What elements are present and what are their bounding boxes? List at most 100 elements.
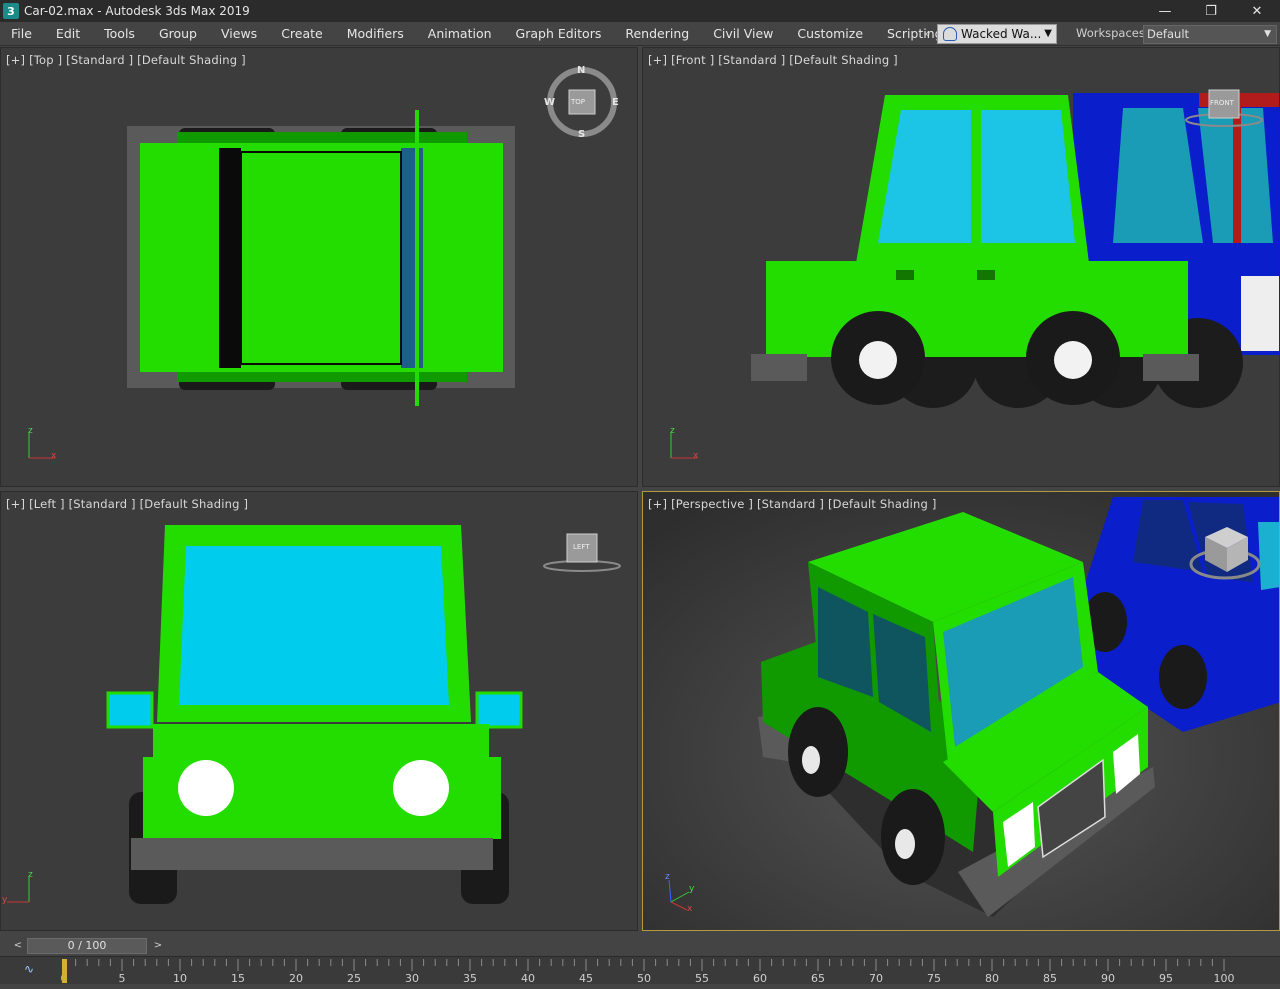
ruler-label: 70 — [869, 972, 883, 985]
axis-z-label-left: z — [28, 870, 33, 880]
compass-w-label: W — [544, 97, 556, 108]
viewport-perspective[interactable]: [+] [Perspective ] [Standard ] [Default … — [642, 491, 1280, 931]
mirror-right — [475, 691, 523, 729]
ruler-label: 10 — [173, 972, 187, 985]
viewport-front[interactable]: [+] [Front ] [Standard ] [Default Shadin… — [642, 47, 1280, 487]
restore-button[interactable]: ❐ — [1188, 0, 1234, 22]
menu-graph-editors[interactable]: Graph Editors — [504, 22, 614, 46]
door-handle-2 — [977, 270, 995, 280]
timeline-next-button[interactable]: > — [150, 938, 166, 954]
hubcap-front-1 — [859, 341, 897, 379]
window-title: Car-02.max - Autodesk 3ds Max 2019 — [24, 4, 250, 18]
ruler-label: 65 — [811, 972, 825, 985]
minimize-button[interactable]: — — [1142, 0, 1188, 22]
top-view-scene — [28, 67, 617, 459]
bumper-front — [751, 354, 807, 381]
car-hub-2 — [895, 829, 915, 859]
current-frame-marker[interactable] — [62, 959, 67, 983]
menu-tools[interactable]: Tools — [92, 22, 147, 46]
menu-create[interactable]: Create — [269, 22, 335, 46]
menu-file[interactable]: File — [0, 22, 44, 46]
workspaces-label: Workspaces: — [1076, 26, 1149, 40]
ruler-label: 15 — [231, 972, 245, 985]
curve-editor-icon[interactable]: ∿ — [24, 962, 34, 976]
ruler-label: 95 — [1159, 972, 1173, 985]
roof-top — [240, 151, 402, 365]
user-icon — [943, 27, 957, 41]
windshield-left — [179, 546, 449, 705]
ruler-label: 100 — [1214, 972, 1235, 985]
viewport-label-perspective[interactable]: [+] [Perspective ] [Standard ] [Default … — [648, 497, 937, 511]
axis-z-label-top: z — [28, 426, 33, 436]
user-account-dropdown[interactable]: Wacked Wa... ▼ — [937, 24, 1057, 44]
menu-edit[interactable]: Edit — [44, 22, 92, 46]
windshield-edge — [219, 148, 241, 368]
ruler-label: 50 — [637, 972, 651, 985]
timeline-prev-button[interactable]: < — [10, 938, 26, 954]
menu-rendering[interactable]: Rendering — [613, 22, 701, 46]
close-button[interactable]: ✕ — [1234, 0, 1280, 22]
ruler-label: 20 — [289, 972, 303, 985]
chevron-down-icon: ▼ — [1264, 29, 1271, 39]
viewport-label-front[interactable]: [+] [Front ] [Standard ] [Default Shadin… — [648, 53, 898, 67]
left-view-scene — [7, 525, 621, 904]
timeline-slider[interactable]: 0 / 100 — [27, 938, 147, 954]
truck-light — [1241, 276, 1279, 351]
ruler-label: 25 — [347, 972, 361, 985]
view-cube-left — [543, 533, 621, 572]
compass-n-label: N — [577, 65, 586, 76]
axis-tripod-left — [7, 876, 30, 903]
workspaces-select[interactable]: Default ▼ — [1143, 25, 1277, 44]
car-window-2 — [981, 110, 1075, 243]
menu-group[interactable]: Group — [147, 22, 209, 46]
compass-s-label: S — [578, 129, 586, 140]
menu-customize[interactable]: Customize — [785, 22, 875, 46]
axis-z-label-front: z — [670, 426, 675, 436]
hubcap-front-2 — [1054, 341, 1092, 379]
menu-modifiers[interactable]: Modifiers — [335, 22, 416, 46]
ruler-label: 85 — [1043, 972, 1057, 985]
mirror-left — [106, 691, 154, 729]
viewport-label-top[interactable]: [+] [Top ] [Standard ] [Default Shading … — [6, 53, 246, 67]
timeline-ruler: 0510152025303540455055606570758085909510… — [61, 959, 1235, 985]
timeline-track[interactable]: 0510152025303540455055606570758085909510… — [0, 956, 1280, 985]
axis-x-label-top: x — [51, 451, 57, 461]
menu-overflow-icon[interactable]: » — [920, 22, 934, 46]
view-cube-top-label[interactable]: TOP — [571, 98, 585, 106]
menu-animation[interactable]: Animation — [416, 22, 504, 46]
viewport-left[interactable]: [+] [Left ] [Standard ] [Default Shading… — [0, 491, 638, 931]
axis-x-label-perspective: x — [687, 904, 693, 914]
ruler-label: 80 — [985, 972, 999, 985]
ruler-label: 60 — [753, 972, 767, 985]
viewport-label-left[interactable]: [+] [Left ] [Standard ] [Default Shading… — [6, 497, 248, 511]
view-cube-left-label[interactable]: LEFT — [573, 543, 590, 551]
dropdown-arrow-icon: ▼ — [1044, 28, 1052, 39]
axis-z-label-perspective: z — [665, 872, 670, 882]
car-hub-1 — [802, 746, 820, 774]
ruler-label: 55 — [695, 972, 709, 985]
ruler-label: 40 — [521, 972, 535, 985]
axis-x-label-front: x — [693, 451, 699, 461]
bumper-left-view — [131, 838, 493, 870]
viewport-top[interactable]: [+] [Top ] [Standard ] [Default Shading … — [0, 47, 638, 487]
ruler-label: 35 — [463, 972, 477, 985]
ruler-label: 90 — [1101, 972, 1115, 985]
compass-e-label: E — [612, 97, 619, 108]
antenna — [415, 110, 419, 406]
ruler-label: 75 — [927, 972, 941, 985]
title-bar: 3 Car-02.max - Autodesk 3ds Max 2019 — ❐… — [0, 0, 1280, 22]
headlight-right — [393, 760, 449, 816]
view-cube-front-label[interactable]: FRONT — [1210, 99, 1234, 107]
perspective-view-scene — [643, 492, 1279, 930]
bumper-rear — [1143, 354, 1199, 381]
door-handle-1 — [896, 270, 914, 280]
front-view-scene — [670, 89, 1279, 459]
axis-y-label-perspective: y — [689, 884, 695, 894]
window-controls: — ❐ ✕ — [1142, 0, 1280, 22]
ruler-label: 30 — [405, 972, 419, 985]
menu-civil-view[interactable]: Civil View — [701, 22, 785, 46]
truck-wheel-2 — [1159, 645, 1207, 709]
app-icon: 3 — [3, 3, 19, 19]
axis-y-label-left: y — [2, 895, 8, 905]
menu-views[interactable]: Views — [209, 22, 269, 46]
